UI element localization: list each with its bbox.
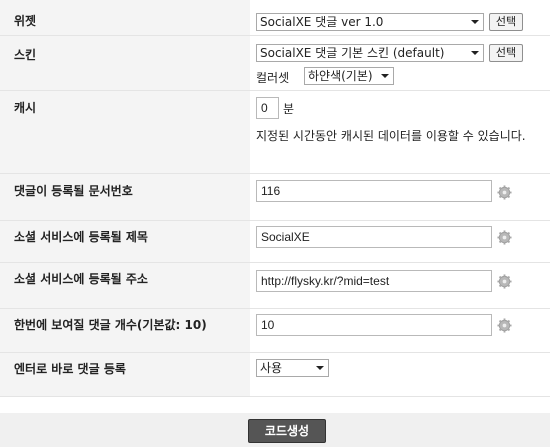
colorset-select-value: 하얀색(기본) <box>308 69 373 83</box>
widget-select[interactable]: SocialXE 댓글 ver 1.0 <box>256 13 484 31</box>
enter-send-select[interactable]: 사용 <box>256 359 329 377</box>
enter-send-field: 사용 <box>250 353 550 397</box>
social-url-row: 소셜 서비스에 등록될 주소 http://flysky.kr/?mid=tes… <box>0 263 550 309</box>
social-url-field: http://flysky.kr/?mid=test <box>250 263 550 309</box>
document-number-label: 댓글이 등록될 문서번호 <box>0 174 250 221</box>
social-url-label: 소셜 서비스에 등록될 주소 <box>0 263 250 309</box>
enter-send-row: 엔터로 바로 댓글 등록 사용 <box>0 353 550 397</box>
gear-icon[interactable] <box>497 274 512 289</box>
skin-select-value: SocialXE 댓글 기본 스킨 (default) <box>260 46 445 60</box>
skin-label: 스킨 <box>0 36 250 91</box>
gear-icon[interactable] <box>497 318 512 333</box>
cache-description: 지정된 시간동안 캐시된 데이터를 이용할 수 있습니다. <box>256 129 526 143</box>
generate-code-button[interactable]: 코드생성 <box>248 419 326 443</box>
colorset-label: 컬러셋 <box>256 71 290 85</box>
chevron-down-icon <box>381 74 389 78</box>
widget-select-value: SocialXE 댓글 ver 1.0 <box>260 15 384 29</box>
colorset-select[interactable]: 하얀색(기본) <box>304 67 394 85</box>
cache-unit: 분 <box>283 102 295 116</box>
skin-field: SocialXE 댓글 기본 스킨 (default) 선택 컬러셋 하얀색(기… <box>250 36 550 91</box>
document-number-row: 댓글이 등록될 문서번호 116 <box>0 174 550 221</box>
social-title-field: SocialXE <box>250 221 550 263</box>
gear-icon[interactable] <box>497 230 512 245</box>
list-count-row: 한번에 보여질 댓글 개수(기본값: 10) 10 <box>0 309 550 353</box>
chevron-down-icon <box>471 20 479 24</box>
widget-select-button[interactable]: 선택 <box>489 13 523 31</box>
widget-row: 위젯 SocialXE 댓글 ver 1.0 선택 <box>0 0 550 36</box>
skin-row: 스킨 SocialXE 댓글 기본 스킨 (default) 선택 컬러셋 하얀… <box>0 36 550 91</box>
list-count-field: 10 <box>250 309 550 353</box>
widget-label: 위젯 <box>0 0 250 36</box>
cache-field: 0 분 지정된 시간동안 캐시된 데이터를 이용할 수 있습니다. <box>250 91 550 174</box>
document-number-field: 116 <box>250 174 550 221</box>
social-url-input[interactable]: http://flysky.kr/?mid=test <box>256 270 492 292</box>
skin-select[interactable]: SocialXE 댓글 기본 스킨 (default) <box>256 44 484 62</box>
widget-field: SocialXE 댓글 ver 1.0 선택 <box>250 0 550 36</box>
enter-send-select-value: 사용 <box>260 361 283 375</box>
social-title-row: 소셜 서비스에 등록될 제목 SocialXE <box>0 221 550 263</box>
list-count-input[interactable]: 10 <box>256 314 492 336</box>
skin-select-button[interactable]: 선택 <box>489 44 523 62</box>
cache-row: 캐시 0 분 지정된 시간동안 캐시된 데이터를 이용할 수 있습니다. <box>0 91 550 174</box>
enter-send-label: 엔터로 바로 댓글 등록 <box>0 353 250 397</box>
cache-label: 캐시 <box>0 91 250 174</box>
social-title-label: 소셜 서비스에 등록될 제목 <box>0 221 250 263</box>
gear-icon[interactable] <box>497 185 512 200</box>
social-title-input[interactable]: SocialXE <box>256 226 492 248</box>
chevron-down-icon <box>471 51 479 55</box>
cache-input[interactable]: 0 <box>256 97 279 119</box>
list-count-label: 한번에 보여질 댓글 개수(기본값: 10) <box>0 309 250 353</box>
document-number-input[interactable]: 116 <box>256 180 492 202</box>
chevron-down-icon <box>316 366 324 370</box>
